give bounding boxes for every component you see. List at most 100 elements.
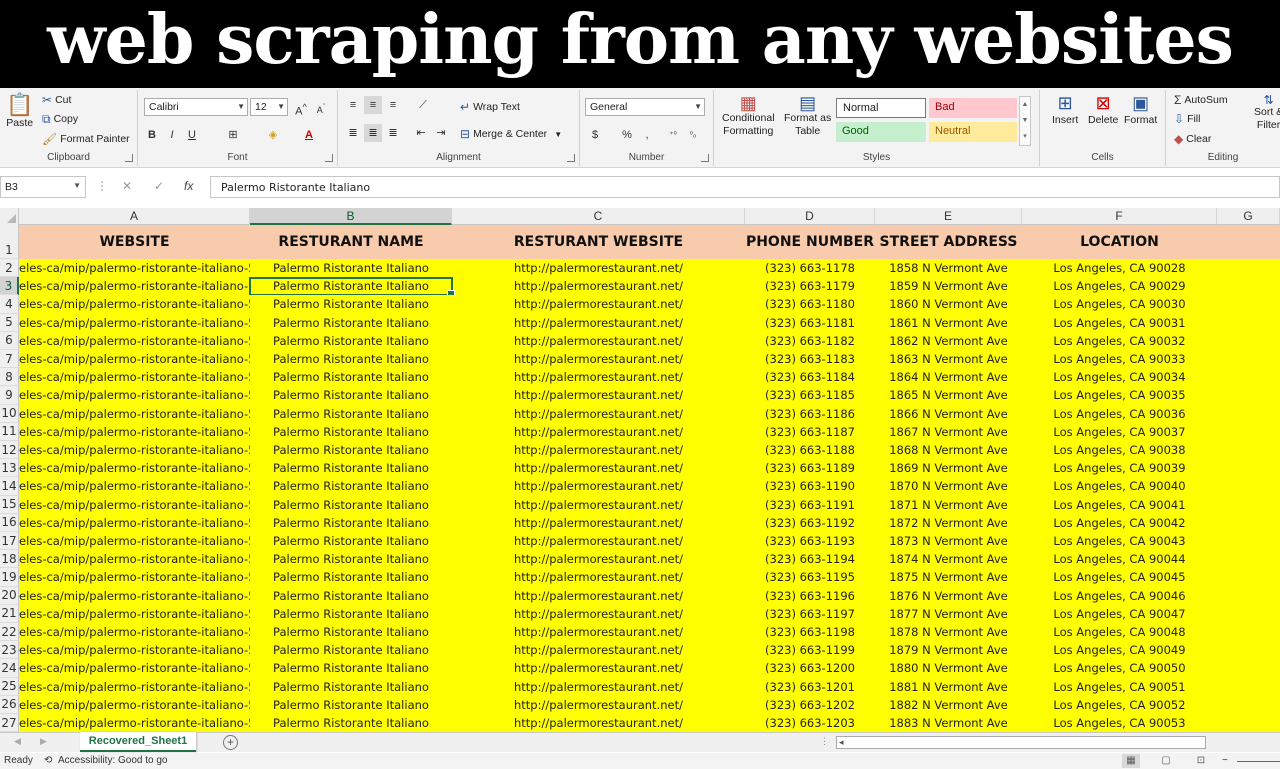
cell-g[interactable] (1217, 405, 1280, 423)
cell-street-address[interactable]: 1865 N Vermont Ave (875, 386, 1022, 404)
align-middle-icon[interactable]: ≡ (364, 96, 382, 114)
format-button[interactable]: ▣ Format (1124, 94, 1157, 126)
number-format-combo[interactable]: General ▼ (585, 98, 705, 116)
cell-website[interactable]: eles-ca/mip/palermo-ristorante-italiano-… (19, 368, 250, 386)
cell-street-address[interactable]: 1871 N Vermont Ave (875, 496, 1022, 514)
cell-website[interactable]: eles-ca/mip/palermo-ristorante-italiano-… (19, 295, 250, 313)
cell-location[interactable]: Los Angeles, CA 90039 (1022, 459, 1217, 477)
cell-phone-number[interactable]: (323) 663-1189 (745, 459, 875, 477)
decrease-indent-icon[interactable]: ⇤ (412, 124, 430, 142)
cell-location[interactable]: Los Angeles, CA 90051 (1022, 678, 1217, 696)
cell-restaurant-website[interactable]: http://palermorestaurant.net/ (452, 568, 745, 586)
cell-location[interactable]: Los Angeles, CA 90035 (1022, 386, 1217, 404)
cell-restaurant-website[interactable]: http://palermorestaurant.net/ (452, 696, 745, 714)
cell-restaurant-name[interactable]: Palermo Ristorante Italiano (250, 441, 452, 459)
cell-restaurant-website[interactable]: http://palermorestaurant.net/ (452, 332, 745, 350)
cell-location[interactable]: Los Angeles, CA 90028 (1022, 259, 1217, 277)
cell-location[interactable]: Los Angeles, CA 90036 (1022, 405, 1217, 423)
cell-website[interactable]: eles-ca/mip/palermo-ristorante-italiano-… (19, 277, 250, 295)
fill-color-icon[interactable]: ◈ (264, 126, 282, 144)
cell-g[interactable] (1217, 605, 1280, 623)
cell-g[interactable] (1217, 587, 1280, 605)
cell-location[interactable]: Los Angeles, CA 90053 (1022, 714, 1217, 732)
cell-restaurant-website[interactable]: http://palermorestaurant.net/ (452, 623, 745, 641)
cell-restaurant-name[interactable]: Palermo Ristorante Italiano (250, 623, 452, 641)
cell-g[interactable] (1217, 350, 1280, 368)
header-cell-g[interactable] (1217, 225, 1280, 259)
cell-restaurant-name[interactable]: Palermo Ristorante Italiano (250, 332, 452, 350)
cell-restaurant-name[interactable]: Palermo Ristorante Italiano (250, 514, 452, 532)
cell-g[interactable] (1217, 423, 1280, 441)
cell-restaurant-website[interactable]: http://palermorestaurant.net/ (452, 550, 745, 568)
cell-restaurant-name[interactable]: Palermo Ristorante Italiano (250, 696, 452, 714)
cell-website[interactable]: eles-ca/mip/palermo-ristorante-italiano-… (19, 714, 250, 732)
cell-restaurant-name[interactable]: Palermo Ristorante Italiano (250, 423, 452, 441)
wrap-text-button[interactable]: ↵ Wrap Text (460, 101, 520, 113)
font-size-combo[interactable]: 12 ▼ (250, 98, 288, 116)
cell-location[interactable]: Los Angeles, CA 90033 (1022, 350, 1217, 368)
cell-restaurant-name[interactable]: Palermo Ristorante Italiano (250, 477, 452, 495)
cell-phone-number[interactable]: (323) 663-1199 (745, 641, 875, 659)
copy-button[interactable]: ⧉ Copy (42, 113, 78, 125)
row-number[interactable]: 5 (0, 313, 19, 332)
cell-g[interactable] (1217, 659, 1280, 677)
cell-street-address[interactable]: 1878 N Vermont Ave (875, 623, 1022, 641)
cell-website[interactable]: eles-ca/mip/palermo-ristorante-italiano-… (19, 386, 250, 404)
cell-restaurant-website[interactable]: http://palermorestaurant.net/ (452, 641, 745, 659)
row-number[interactable]: 10 (0, 404, 19, 423)
cell-website[interactable]: eles-ca/mip/palermo-ristorante-italiano-… (19, 696, 250, 714)
cell-g[interactable] (1217, 532, 1280, 550)
clipboard-launcher-icon[interactable]: ⌟ (125, 154, 133, 162)
row-number[interactable]: 2 (0, 259, 19, 278)
cell-phone-number[interactable]: (323) 663-1185 (745, 386, 875, 404)
cell-street-address[interactable]: 1880 N Vermont Ave (875, 659, 1022, 677)
format-as-table-button[interactable]: ▤ Format as Table (784, 94, 831, 138)
cell-location[interactable]: Los Angeles, CA 90049 (1022, 641, 1217, 659)
cell-restaurant-website[interactable]: http://palermorestaurant.net/ (452, 714, 745, 732)
cell-street-address[interactable]: 1866 N Vermont Ave (875, 405, 1022, 423)
cell-location[interactable]: Los Angeles, CA 90050 (1022, 659, 1217, 677)
style-neutral[interactable]: Neutral (929, 122, 1017, 142)
cell-restaurant-website[interactable]: http://palermorestaurant.net/ (452, 295, 745, 313)
bold-button[interactable]: B (143, 126, 161, 144)
cell-location[interactable]: Los Angeles, CA 90048 (1022, 623, 1217, 641)
cell-phone-number[interactable]: (323) 663-1201 (745, 678, 875, 696)
conditional-formatting-button[interactable]: ▦ Conditional Formatting (722, 94, 775, 138)
cell-website[interactable]: eles-ca/mip/palermo-ristorante-italiano-… (19, 587, 250, 605)
cell-location[interactable]: Los Angeles, CA 90038 (1022, 441, 1217, 459)
insert-function-icon[interactable]: fx (184, 179, 193, 193)
cell-website[interactable]: eles-ca/mip/palermo-ristorante-italiano-… (19, 314, 250, 332)
cancel-icon[interactable]: ✕ (122, 179, 132, 193)
cell-website[interactable]: eles-ca/mip/palermo-ristorante-italiano-… (19, 514, 250, 532)
row-number[interactable]: 12 (0, 441, 19, 460)
cell-location[interactable]: Los Angeles, CA 90037 (1022, 423, 1217, 441)
cell-g[interactable] (1217, 259, 1280, 277)
cell-website[interactable]: eles-ca/mip/palermo-ristorante-italiano-… (19, 659, 250, 677)
align-left-icon[interactable]: ≣ (344, 124, 362, 142)
cell-restaurant-website[interactable]: http://palermorestaurant.net/ (452, 368, 745, 386)
row-number[interactable]: 13 (0, 459, 19, 478)
cut-button[interactable]: ✂ Cut (42, 94, 71, 106)
cell-street-address[interactable]: 1879 N Vermont Ave (875, 641, 1022, 659)
style-good[interactable]: Good (836, 122, 926, 142)
cell-street-address[interactable]: 1864 N Vermont Ave (875, 368, 1022, 386)
row-number[interactable]: 25 (0, 677, 19, 696)
cell-location[interactable]: Los Angeles, CA 90030 (1022, 295, 1217, 313)
cell-phone-number[interactable]: (323) 663-1184 (745, 368, 875, 386)
cell-restaurant-name[interactable]: Palermo Ristorante Italiano (250, 641, 452, 659)
cell-phone-number[interactable]: (323) 663-1193 (745, 532, 875, 550)
column-header-b[interactable]: B (250, 208, 452, 225)
fill-button[interactable]: ⇩ Fill (1174, 113, 1200, 125)
cell-restaurant-name[interactable]: Palermo Ristorante Italiano (250, 659, 452, 677)
accessibility-status[interactable]: Accessibility: Good to go (58, 755, 168, 766)
cell-phone-number[interactable]: (323) 663-1197 (745, 605, 875, 623)
cell-restaurant-website[interactable]: http://palermorestaurant.net/ (452, 532, 745, 550)
cell-phone-number[interactable]: (323) 663-1195 (745, 568, 875, 586)
cell-website[interactable]: eles-ca/mip/palermo-ristorante-italiano-… (19, 477, 250, 495)
cell-phone-number[interactable]: (323) 663-1198 (745, 623, 875, 641)
cell-street-address[interactable]: 1881 N Vermont Ave (875, 678, 1022, 696)
row-number[interactable]: 19 (0, 568, 19, 587)
cell-location[interactable]: Los Angeles, CA 90043 (1022, 532, 1217, 550)
cell-website[interactable]: eles-ca/mip/palermo-ristorante-italiano-… (19, 550, 250, 568)
normal-view-icon[interactable]: ▦ (1122, 754, 1140, 768)
